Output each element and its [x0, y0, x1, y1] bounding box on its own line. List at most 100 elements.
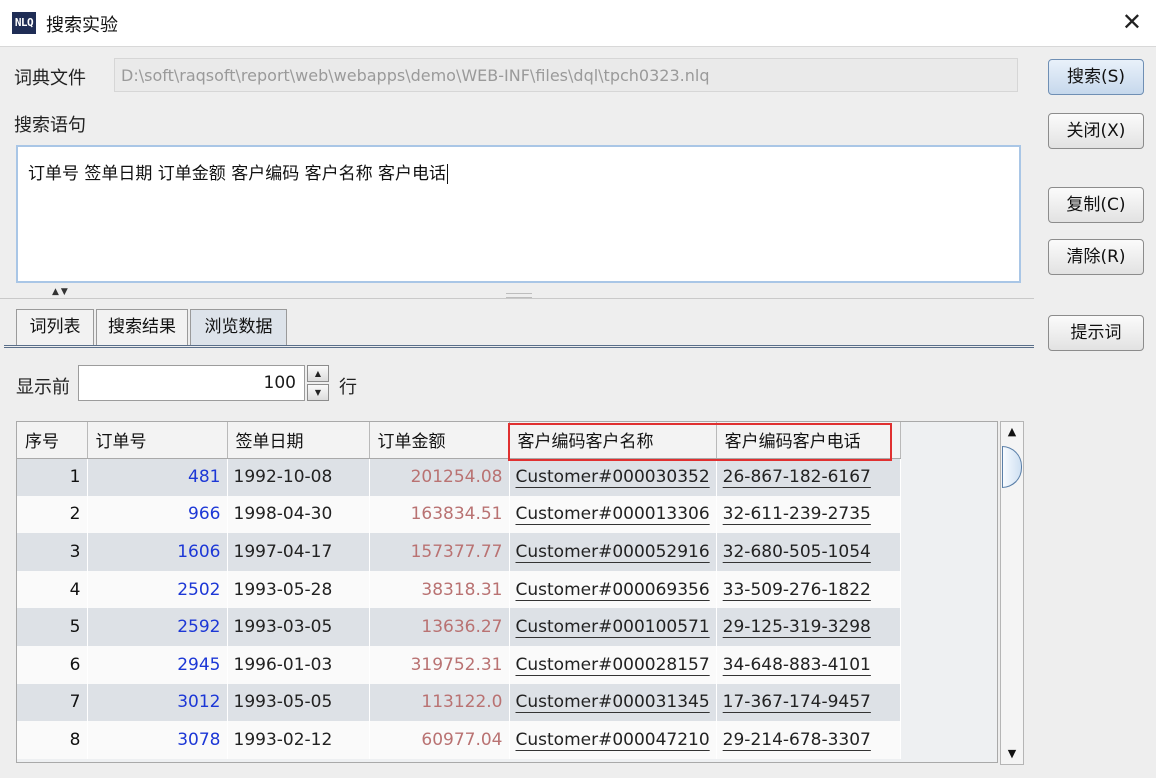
cell-index[interactable]: 5 [17, 608, 88, 646]
cell-customer-name[interactable]: Customer#000028157 [509, 645, 717, 684]
copy-button[interactable]: 复制(C) [1048, 187, 1144, 223]
cell-order-no[interactable]: 966 [87, 495, 228, 534]
table-row[interactable]: 7 3012 1993-05-05 113122.0 Customer#0000… [17, 683, 901, 722]
cell-index[interactable]: 2 [17, 495, 88, 534]
cell-order-amount[interactable]: 157377.77 [369, 533, 510, 571]
clear-button[interactable]: 清除(R) [1048, 239, 1144, 275]
cell-customer-phone[interactable]: 32-611-239-2735 [716, 495, 901, 534]
tab-browse-data[interactable]: 浏览数据 [190, 309, 287, 345]
splitter-arrows-icon[interactable]: ▲▼ [52, 287, 70, 297]
cell-sign-date[interactable]: 1998-04-30 [227, 495, 370, 534]
cell-index[interactable]: 3 [17, 533, 88, 571]
cell-index[interactable]: 8 [17, 721, 88, 759]
customer-name-link[interactable]: Customer#000069356 [516, 580, 710, 600]
customer-name-link[interactable]: Customer#000028157 [516, 655, 710, 675]
close-button[interactable]: 关闭(X) [1048, 113, 1144, 149]
cell-order-amount[interactable]: 113122.0 [369, 683, 510, 722]
hint-words-button[interactable]: 提示词 [1048, 315, 1144, 351]
customer-phone-link[interactable]: 29-214-678-3307 [723, 730, 871, 750]
cell-order-amount[interactable]: 201254.08 [369, 458, 510, 496]
query-text: 订单号 签单日期 订单金额 客户编码 客户名称 客户电话 [28, 164, 447, 184]
dict-file-field[interactable]: D:\soft\raqsoft\report\web\webapps\demo\… [114, 58, 1018, 92]
query-textarea[interactable]: 订单号 签单日期 订单金额 客户编码 客户名称 客户电话 [16, 145, 1021, 283]
vertical-scrollbar[interactable]: ▲ ▼ [1000, 421, 1024, 765]
cell-customer-name[interactable]: Customer#000013306 [509, 495, 717, 534]
cell-sign-date[interactable]: 1993-05-05 [227, 683, 370, 722]
cell-order-amount[interactable]: 38318.31 [369, 570, 510, 609]
scroll-thumb[interactable] [1002, 446, 1022, 488]
cell-sign-date[interactable]: 1996-01-03 [227, 645, 370, 684]
col-header-sign-date[interactable]: 签单日期 [227, 422, 370, 459]
cell-sign-date[interactable]: 1993-02-12 [227, 721, 370, 759]
col-header-customer-phone[interactable]: 客户编码客户电话 [716, 422, 901, 459]
col-header-order-no[interactable]: 订单号 [87, 422, 228, 459]
col-header-index[interactable]: 序号 [17, 422, 88, 459]
table-row[interactable]: 1 481 1992-10-08 201254.08 Customer#0000… [17, 458, 901, 496]
cell-sign-date[interactable]: 1993-03-05 [227, 608, 370, 646]
table-row[interactable]: 5 2592 1993-03-05 13636.27 Customer#0001… [17, 608, 901, 646]
customer-phone-link[interactable]: 26-867-182-6167 [723, 467, 871, 487]
cell-order-amount[interactable]: 60977.04 [369, 721, 510, 759]
split-pane-divider[interactable]: ▲▼ [0, 287, 1034, 300]
customer-name-link[interactable]: Customer#000100571 [516, 617, 710, 637]
cell-order-no[interactable]: 481 [87, 458, 228, 496]
cell-customer-phone[interactable]: 29-214-678-3307 [716, 721, 901, 759]
cell-order-no[interactable]: 3078 [87, 721, 228, 759]
cell-customer-name[interactable]: Customer#000030352 [509, 458, 717, 496]
cell-customer-phone[interactable]: 29-125-319-3298 [716, 608, 901, 646]
cell-order-no[interactable]: 2945 [87, 645, 228, 684]
cell-customer-phone[interactable]: 32-680-505-1054 [716, 533, 901, 571]
customer-name-link[interactable]: Customer#000030352 [516, 467, 710, 487]
search-button[interactable]: 搜索(S) [1048, 59, 1144, 95]
col-header-customer-name[interactable]: 客户编码客户名称 [509, 422, 717, 459]
cell-index[interactable]: 6 [17, 645, 88, 684]
cell-order-no[interactable]: 2592 [87, 608, 228, 646]
customer-phone-link[interactable]: 29-125-319-3298 [723, 617, 871, 637]
customer-phone-link[interactable]: 32-680-505-1054 [723, 542, 871, 562]
spin-up-icon[interactable]: ▲ [307, 365, 329, 382]
customer-name-link[interactable]: Customer#000047210 [516, 730, 710, 750]
cell-customer-phone[interactable]: 26-867-182-6167 [716, 458, 901, 496]
cell-customer-phone[interactable]: 17-367-174-9457 [716, 683, 901, 722]
cell-index[interactable]: 4 [17, 570, 88, 609]
scroll-up-icon[interactable]: ▲ [1001, 422, 1023, 442]
customer-name-link[interactable]: Customer#000013306 [516, 504, 710, 524]
table-row[interactable]: 3 1606 1997-04-17 157377.77 Customer#000… [17, 533, 901, 571]
cell-order-no[interactable]: 3012 [87, 683, 228, 722]
row-count-input[interactable]: 100 [78, 365, 305, 401]
tab-word-list[interactable]: 词列表 [16, 309, 94, 345]
cell-order-no[interactable]: 2502 [87, 570, 228, 609]
customer-name-link[interactable]: Customer#000031345 [516, 692, 710, 712]
cell-sign-date[interactable]: 1997-04-17 [227, 533, 370, 571]
cell-sign-date[interactable]: 1992-10-08 [227, 458, 370, 496]
cell-customer-name[interactable]: Customer#000069356 [509, 570, 717, 609]
cell-customer-name[interactable]: Customer#000047210 [509, 721, 717, 759]
header-row: 序号 订单号 签单日期 订单金额 客户编码客户名称 客户编码客户电话 [17, 422, 901, 459]
col-header-order-amount[interactable]: 订单金额 [369, 422, 510, 459]
cell-customer-name[interactable]: Customer#000052916 [509, 533, 717, 571]
cell-customer-name[interactable]: Customer#000031345 [509, 683, 717, 722]
table-row[interactable]: 8 3078 1993-02-12 60977.04 Customer#0000… [17, 721, 901, 759]
table-row[interactable]: 2 966 1998-04-30 163834.51 Customer#0000… [17, 495, 901, 534]
scroll-down-icon[interactable]: ▼ [1001, 744, 1023, 764]
cell-order-no[interactable]: 1606 [87, 533, 228, 571]
cell-customer-phone[interactable]: 33-509-276-1822 [716, 570, 901, 609]
customer-name-link[interactable]: Customer#000052916 [516, 542, 710, 562]
cell-index[interactable]: 1 [17, 458, 88, 496]
customer-phone-link[interactable]: 32-611-239-2735 [723, 504, 871, 524]
cell-index[interactable]: 7 [17, 683, 88, 722]
cell-order-amount[interactable]: 319752.31 [369, 645, 510, 684]
table-row[interactable]: 4 2502 1993-05-28 38318.31 Customer#0000… [17, 570, 901, 609]
spin-down-icon[interactable]: ▼ [307, 384, 329, 401]
cell-order-amount[interactable]: 13636.27 [369, 608, 510, 646]
close-window-icon[interactable]: ✕ [1122, 8, 1142, 36]
table-row[interactable]: 6 2945 1996-01-03 319752.31 Customer#000… [17, 645, 901, 684]
cell-order-amount[interactable]: 163834.51 [369, 495, 510, 534]
customer-phone-link[interactable]: 17-367-174-9457 [723, 692, 871, 712]
tab-search-results[interactable]: 搜索结果 [96, 309, 188, 345]
customer-phone-link[interactable]: 34-648-883-4101 [723, 655, 871, 675]
cell-customer-name[interactable]: Customer#000100571 [509, 608, 717, 646]
cell-customer-phone[interactable]: 34-648-883-4101 [716, 645, 901, 684]
customer-phone-link[interactable]: 33-509-276-1822 [723, 580, 871, 600]
cell-sign-date[interactable]: 1993-05-28 [227, 570, 370, 609]
